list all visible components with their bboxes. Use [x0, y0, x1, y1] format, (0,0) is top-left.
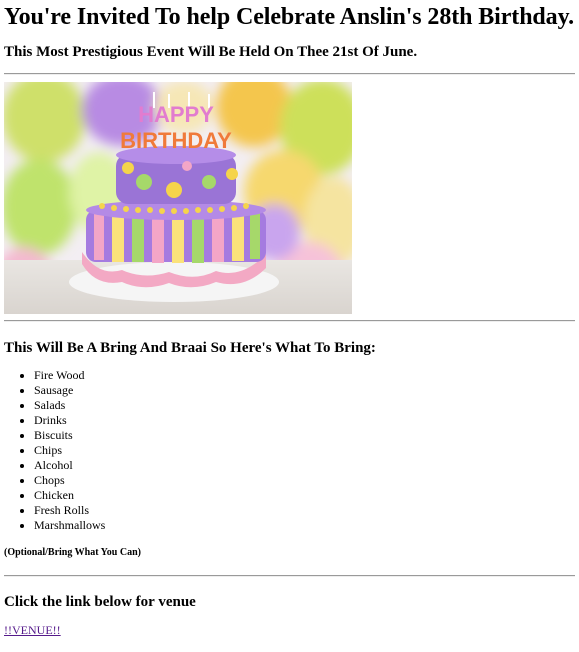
list-item: Chops [34, 473, 575, 488]
list-item: Alcohol [34, 458, 575, 473]
list-item: Sausage [34, 383, 575, 398]
list-item: Chicken [34, 488, 575, 503]
divider [4, 320, 575, 322]
list-item: Biscuits [34, 428, 575, 443]
bring-list: Fire Wood Sausage Salads Drinks Biscuits… [4, 368, 575, 533]
optional-note: (Optional/Bring What You Can) [4, 547, 141, 558]
list-item: Fire Wood [34, 368, 575, 383]
event-date-subtitle: This Most Prestigious Event Will Be Held… [4, 44, 418, 60]
page-title: You're Invited To help Celebrate Anslin'… [4, 4, 575, 30]
list-item: Marshmallows [34, 518, 575, 533]
divider [4, 575, 575, 577]
bring-heading: This Will Be A Bring And Braai So Here's… [4, 340, 376, 356]
candle-text-happy: HAPPY [138, 102, 214, 127]
list-item: Drinks [34, 413, 575, 428]
list-item: Chips [34, 443, 575, 458]
candle-text-birthday: BIRTHDAY [120, 128, 232, 153]
venue-heading: Click the link below for venue [4, 594, 196, 610]
birthday-cake-image: HAPPY BIRTHDAY [4, 82, 352, 314]
list-item: Fresh Rolls [34, 503, 575, 518]
venue-link[interactable]: !!VENUE!! [4, 623, 61, 638]
divider [4, 73, 575, 75]
list-item: Salads [34, 398, 575, 413]
